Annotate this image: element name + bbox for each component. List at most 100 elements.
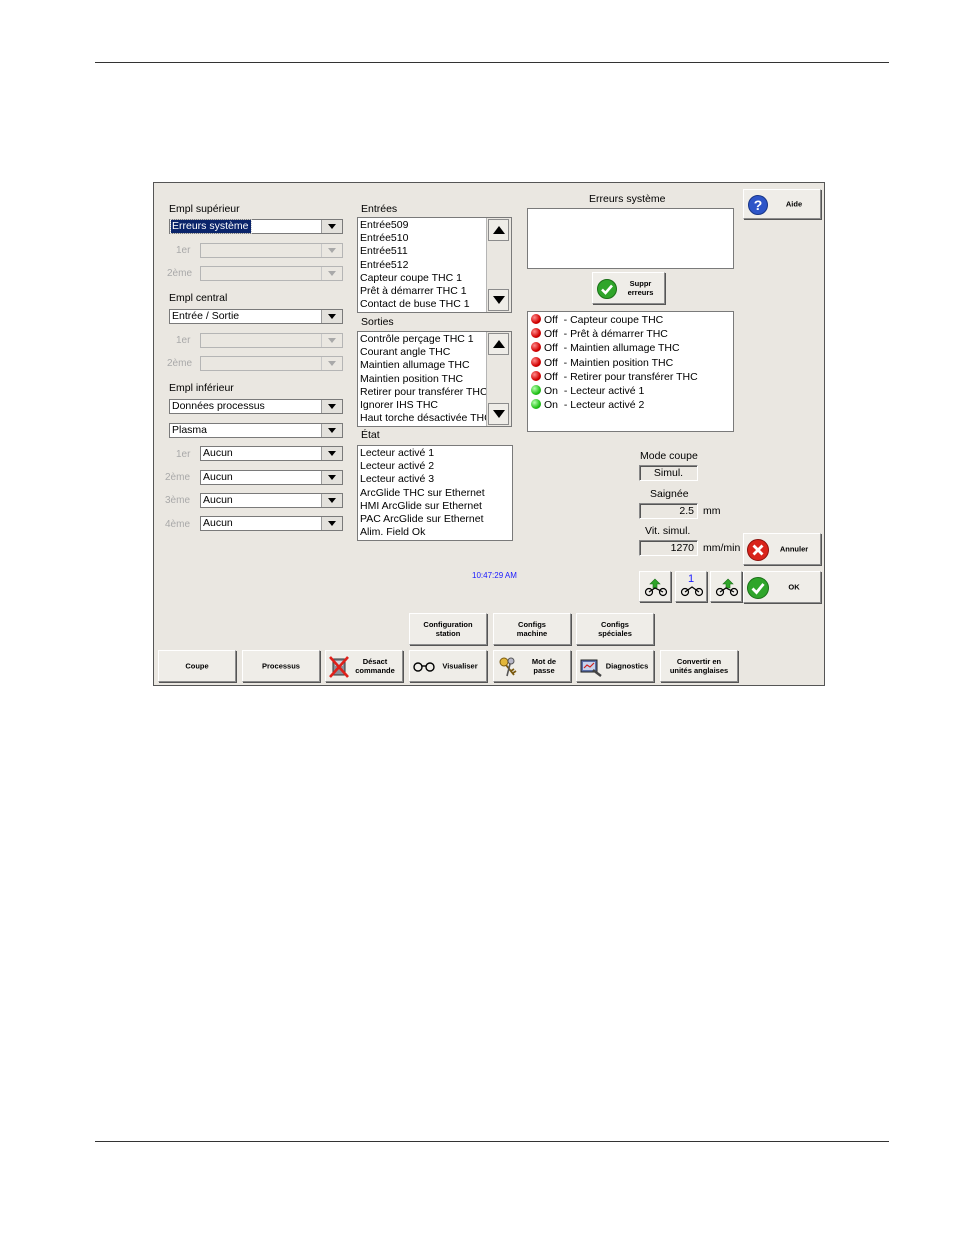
central-slot1-label: 1er bbox=[176, 335, 191, 346]
lower-slot4-value: Aucun bbox=[203, 517, 233, 529]
chevron-down-icon[interactable] bbox=[321, 220, 342, 233]
inputs-scrollbar[interactable] bbox=[486, 218, 511, 312]
status-row: On - Lecteur activé 1 bbox=[528, 384, 733, 398]
scroll-down-button[interactable] bbox=[488, 403, 509, 425]
help-label: Aide bbox=[785, 199, 803, 209]
lower-slot3-label: 3ème bbox=[165, 495, 191, 506]
chevron-down-icon[interactable] bbox=[321, 400, 342, 413]
scroll-up-button[interactable] bbox=[488, 333, 509, 355]
cut-label: Coupe bbox=[185, 661, 209, 671]
kerf-unit: mm bbox=[703, 505, 721, 517]
arrow-down-icon bbox=[493, 296, 505, 304]
cancel-label: Annuler bbox=[779, 544, 809, 554]
help-button[interactable]: ? Aide bbox=[743, 189, 821, 219]
list-item[interactable]: Alim. Field Ok bbox=[358, 526, 512, 539]
scroll-down-button[interactable] bbox=[488, 289, 509, 311]
lower-slot2-value: Aucun bbox=[203, 471, 233, 483]
inputs-title: Entrées bbox=[361, 203, 398, 215]
station-config-label: Configuration station bbox=[423, 620, 473, 638]
list-item[interactable]: HMI ArcGlide sur Ethernet bbox=[358, 500, 512, 513]
status-label: Capteur coupe THC bbox=[570, 314, 664, 326]
lower-slot1-value: Aucun bbox=[203, 447, 233, 459]
chevron-down-icon[interactable] bbox=[321, 310, 342, 323]
kerf-value[interactable]: 2.5 bbox=[639, 503, 698, 519]
chevron-down-icon[interactable] bbox=[321, 424, 342, 437]
cancel-button[interactable]: Annuler bbox=[743, 533, 821, 565]
clear-errors-button[interactable]: Suppr erreurs bbox=[592, 272, 665, 304]
machine-config-button[interactable]: Configs machine bbox=[493, 613, 571, 645]
ok-label: OK bbox=[788, 582, 800, 592]
binoculars-icon bbox=[413, 662, 435, 672]
password-button[interactable]: Mot de passe bbox=[493, 650, 571, 682]
green-led-icon bbox=[531, 399, 541, 410]
inputs-list[interactable]: Entrée509 Entrée510 Entrée511 Entrée512 … bbox=[357, 217, 512, 313]
list-item[interactable]: PAC ArcGlide sur Ethernet bbox=[358, 513, 512, 526]
process-button[interactable]: Processus bbox=[242, 650, 320, 682]
outputs-list[interactable]: Contrôle perçage THC 1 Courant angle THC… bbox=[357, 331, 512, 427]
chevron-down-icon[interactable] bbox=[321, 471, 342, 484]
red-led-icon bbox=[531, 342, 541, 353]
convert-units-button[interactable]: Convertir en unités anglaises bbox=[660, 650, 738, 682]
status-state: On bbox=[544, 384, 559, 397]
list-item[interactable]: Lecteur activé 1 bbox=[358, 447, 512, 460]
outputs-scrollbar[interactable] bbox=[486, 332, 511, 426]
errors-title: Erreurs système bbox=[589, 193, 666, 205]
lower-slot-select[interactable]: Données processus bbox=[169, 399, 343, 414]
lower-slot3-value: Aucun bbox=[203, 494, 233, 506]
state-rows: Lecteur activé 1 Lecteur activé 2 Lecteu… bbox=[358, 446, 512, 539]
status-state: Off bbox=[544, 314, 558, 326]
step-one-button[interactable]: 1 bbox=[675, 571, 707, 602]
scroll-up-button[interactable] bbox=[488, 219, 509, 241]
list-item[interactable]: ArcGlide THC sur Ethernet bbox=[358, 487, 512, 500]
upper-slot-select[interactable]: Erreurs système bbox=[169, 219, 343, 234]
torch-icon bbox=[680, 586, 704, 597]
footer-rule bbox=[95, 1141, 889, 1142]
station-config-button[interactable]: Configuration station bbox=[409, 613, 487, 645]
chevron-down-icon bbox=[321, 334, 342, 347]
svg-text:?: ? bbox=[754, 197, 763, 213]
chevron-down-icon[interactable] bbox=[321, 494, 342, 507]
list-item[interactable]: Lecteur activé 3 bbox=[358, 473, 512, 486]
special-config-label: Configs spéciales bbox=[598, 620, 632, 638]
cut-button[interactable]: Coupe bbox=[158, 650, 236, 682]
process-select[interactable]: Plasma bbox=[169, 423, 343, 438]
check-icon bbox=[747, 577, 769, 599]
ok-button[interactable]: OK bbox=[743, 571, 821, 603]
diagnostics-icon bbox=[580, 659, 602, 677]
lower-slot1-select[interactable]: Aucun bbox=[200, 446, 343, 461]
list-item[interactable]: Lecteur activé 2 bbox=[358, 460, 512, 473]
cut-mode-title: Mode coupe bbox=[640, 450, 698, 462]
view-button[interactable]: Visualiser bbox=[409, 650, 487, 682]
cut-mode-value: Simul. bbox=[639, 465, 698, 481]
lower-slot3-select[interactable]: Aucun bbox=[200, 493, 343, 508]
central-slot-select[interactable]: Entrée / Sortie bbox=[169, 309, 343, 324]
chevron-down-icon[interactable] bbox=[321, 447, 342, 460]
kerf-title: Saignée bbox=[650, 488, 689, 500]
process-label: Processus bbox=[262, 661, 300, 671]
lower-slot4-select[interactable]: Aucun bbox=[200, 516, 343, 531]
password-label: Mot de passe bbox=[531, 657, 557, 675]
upper-slot-value: Erreurs système bbox=[169, 219, 253, 234]
upper-slot1-label: 1er bbox=[176, 245, 191, 256]
upper-slot1-select bbox=[200, 243, 343, 258]
errors-list[interactable] bbox=[527, 208, 734, 269]
status-state: Off bbox=[544, 328, 558, 341]
disable-control-button[interactable]: Désact commande bbox=[325, 650, 403, 682]
clear-errors-label: Suppr erreurs bbox=[627, 279, 654, 297]
sim-speed-unit: mm/min bbox=[703, 542, 741, 554]
upper-slot2-select bbox=[200, 266, 343, 281]
sim-speed-value[interactable]: 1270 bbox=[639, 540, 698, 556]
status-state: Off bbox=[544, 342, 558, 355]
lower-slot2-select[interactable]: Aucun bbox=[200, 470, 343, 485]
step-back-button[interactable] bbox=[639, 571, 671, 602]
status-row: Off - Retirer pour transférer THC bbox=[528, 370, 733, 384]
chevron-down-icon[interactable] bbox=[321, 517, 342, 530]
state-list[interactable]: Lecteur activé 1 Lecteur activé 2 Lecteu… bbox=[357, 445, 513, 541]
outputs-title: Sorties bbox=[361, 316, 394, 328]
diagnostics-button[interactable]: Diagnostics bbox=[576, 650, 654, 682]
special-config-button[interactable]: Configs spéciales bbox=[576, 613, 654, 645]
disable-control-icon bbox=[329, 656, 349, 678]
step-forward-button[interactable] bbox=[710, 571, 742, 602]
status-state: Off bbox=[544, 370, 558, 383]
check-icon bbox=[597, 279, 617, 299]
